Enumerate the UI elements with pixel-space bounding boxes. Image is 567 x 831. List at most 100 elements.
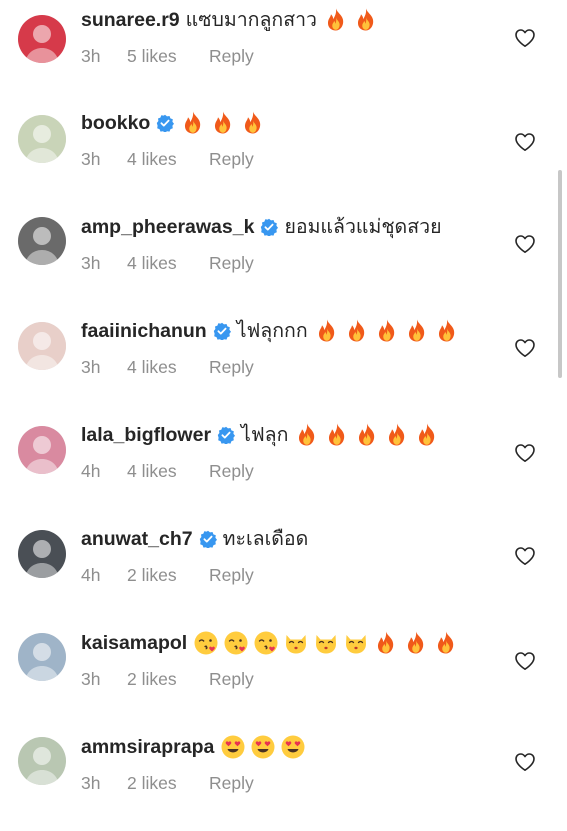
comment-row: lala_bigflower ไฟลุก 4h 4 likes Reply: [0, 415, 567, 519]
comment-line: kaisamapol: [81, 628, 459, 658]
comment-meta: 4h 2 likes Reply: [81, 565, 254, 586]
comment-row: ammsiraprapa 3h 2 likes Reply: [0, 727, 567, 831]
emoji-group: [180, 110, 266, 136]
likes-count[interactable]: 4 likes: [127, 253, 209, 274]
timestamp: 4h: [81, 565, 101, 585]
fire-emoji-icon: [374, 318, 400, 344]
comment-text: แซบมากลูกสาว: [185, 9, 318, 31]
comment-line: sunaree.r9 แซบมากลูกสาว: [81, 5, 379, 35]
fire-emoji-icon: [414, 422, 440, 448]
heart-eyes-emoji-icon: [250, 734, 276, 760]
reply-button[interactable]: Reply: [209, 773, 254, 794]
comment-meta: 3h 4 likes Reply: [81, 357, 254, 378]
likes-count[interactable]: 2 likes: [127, 565, 209, 586]
comment-row: sunaree.r9 แซบมากลูกสาว 3h 5 likes Reply: [0, 0, 567, 104]
timestamp: 4h: [81, 461, 101, 481]
avatar[interactable]: [18, 633, 66, 681]
fire-emoji-icon: [240, 110, 266, 136]
like-heart-icon[interactable]: [514, 28, 536, 48]
reply-button[interactable]: Reply: [209, 357, 254, 378]
like-heart-icon[interactable]: [514, 651, 536, 671]
kiss-emoji-icon: [253, 630, 279, 656]
comment-row: bookko 3h 4 likes Reply: [0, 103, 567, 207]
comment-meta: 3h 2 likes Reply: [81, 669, 254, 690]
comment-meta: 3h 2 likes Reply: [81, 773, 254, 794]
avatar[interactable]: [18, 217, 66, 265]
likes-count[interactable]: 2 likes: [127, 669, 209, 690]
comment-line: anuwat_ch7 ทะเลเดือด: [81, 524, 308, 554]
like-heart-icon[interactable]: [514, 443, 536, 463]
username-link[interactable]: kaisamapol: [81, 628, 187, 658]
like-heart-icon[interactable]: [514, 234, 536, 254]
verified-badge-icon: [213, 322, 231, 340]
likes-count[interactable]: 4 likes: [127, 357, 209, 378]
kiss-emoji-icon: [223, 630, 249, 656]
emoji-group: [220, 734, 306, 760]
fire-emoji-icon: [210, 110, 236, 136]
heart-eyes-emoji-icon: [280, 734, 306, 760]
reply-button[interactable]: Reply: [209, 253, 254, 274]
comment-line: amp_pheerawas_k ยอมแล้วแม่ชุดสวย: [81, 212, 442, 242]
username-link[interactable]: faaiinichanun: [81, 316, 207, 346]
likes-count[interactable]: 4 likes: [127, 149, 209, 170]
likes-count[interactable]: 5 likes: [127, 46, 209, 67]
username-link[interactable]: lala_bigflower: [81, 420, 211, 450]
timestamp: 3h: [81, 46, 101, 66]
reply-button[interactable]: Reply: [209, 461, 254, 482]
fire-emoji-icon: [434, 318, 460, 344]
cat-kiss-emoji-icon: [313, 630, 339, 656]
username-link[interactable]: anuwat_ch7: [81, 524, 193, 554]
avatar[interactable]: [18, 530, 66, 578]
timestamp: 3h: [81, 773, 101, 793]
avatar[interactable]: [18, 115, 66, 163]
timestamp: 3h: [81, 149, 101, 169]
fire-emoji-icon: [294, 422, 320, 448]
username-link[interactable]: ammsiraprapa: [81, 732, 214, 762]
username-link[interactable]: sunaree.r9: [81, 5, 180, 35]
reply-button[interactable]: Reply: [209, 669, 254, 690]
fire-emoji-icon: [373, 630, 399, 656]
comment-meta: 3h 5 likes Reply: [81, 46, 254, 67]
verified-badge-icon: [156, 114, 175, 132]
timestamp: 3h: [81, 669, 101, 689]
verified-badge-icon: [217, 426, 236, 444]
avatar[interactable]: [18, 322, 66, 370]
comment-text: ทะเลเดือด: [222, 528, 309, 550]
like-heart-icon[interactable]: [514, 546, 536, 566]
heart-eyes-emoji-icon: [220, 734, 246, 760]
like-heart-icon[interactable]: [514, 338, 536, 358]
username-link[interactable]: bookko: [81, 108, 150, 138]
comment-line: faaiinichanun ไฟลุกกก: [81, 316, 460, 346]
reply-button[interactable]: Reply: [209, 149, 254, 170]
avatar[interactable]: [18, 426, 66, 474]
comment-text: ไฟลุก: [241, 424, 289, 446]
fire-emoji-icon: [323, 7, 349, 33]
comment-row: anuwat_ch7 ทะเลเดือด 4h 2 likes Reply: [0, 519, 567, 623]
username-link[interactable]: amp_pheerawas_k: [81, 212, 254, 242]
fire-emoji-icon: [433, 630, 459, 656]
likes-count[interactable]: 2 likes: [127, 773, 209, 794]
scrollbar[interactable]: [558, 170, 562, 378]
timestamp: 3h: [81, 253, 101, 273]
likes-count[interactable]: 4 likes: [127, 461, 209, 482]
timestamp: 3h: [81, 357, 101, 377]
emoji-group: [323, 7, 379, 33]
comment-meta: 3h 4 likes Reply: [81, 149, 254, 170]
like-heart-icon[interactable]: [514, 752, 536, 772]
verified-badge-icon: [260, 218, 279, 236]
fire-emoji-icon: [314, 318, 340, 344]
verified-badge-icon: [199, 530, 217, 548]
like-heart-icon[interactable]: [514, 132, 536, 152]
cat-kiss-emoji-icon: [343, 630, 369, 656]
reply-button[interactable]: Reply: [209, 46, 254, 67]
emoji-group: [294, 422, 440, 448]
fire-emoji-icon: [344, 318, 370, 344]
avatar[interactable]: [18, 737, 66, 785]
fire-emoji-icon: [384, 422, 410, 448]
comment-line: ammsiraprapa: [81, 732, 306, 762]
fire-emoji-icon: [404, 318, 430, 344]
avatar[interactable]: [18, 15, 66, 63]
comment-row: kaisamapol 3h 2 likes Reply: [0, 623, 567, 727]
comment-text: ยอมแล้วแม่ชุดสวย: [284, 216, 442, 238]
reply-button[interactable]: Reply: [209, 565, 254, 586]
